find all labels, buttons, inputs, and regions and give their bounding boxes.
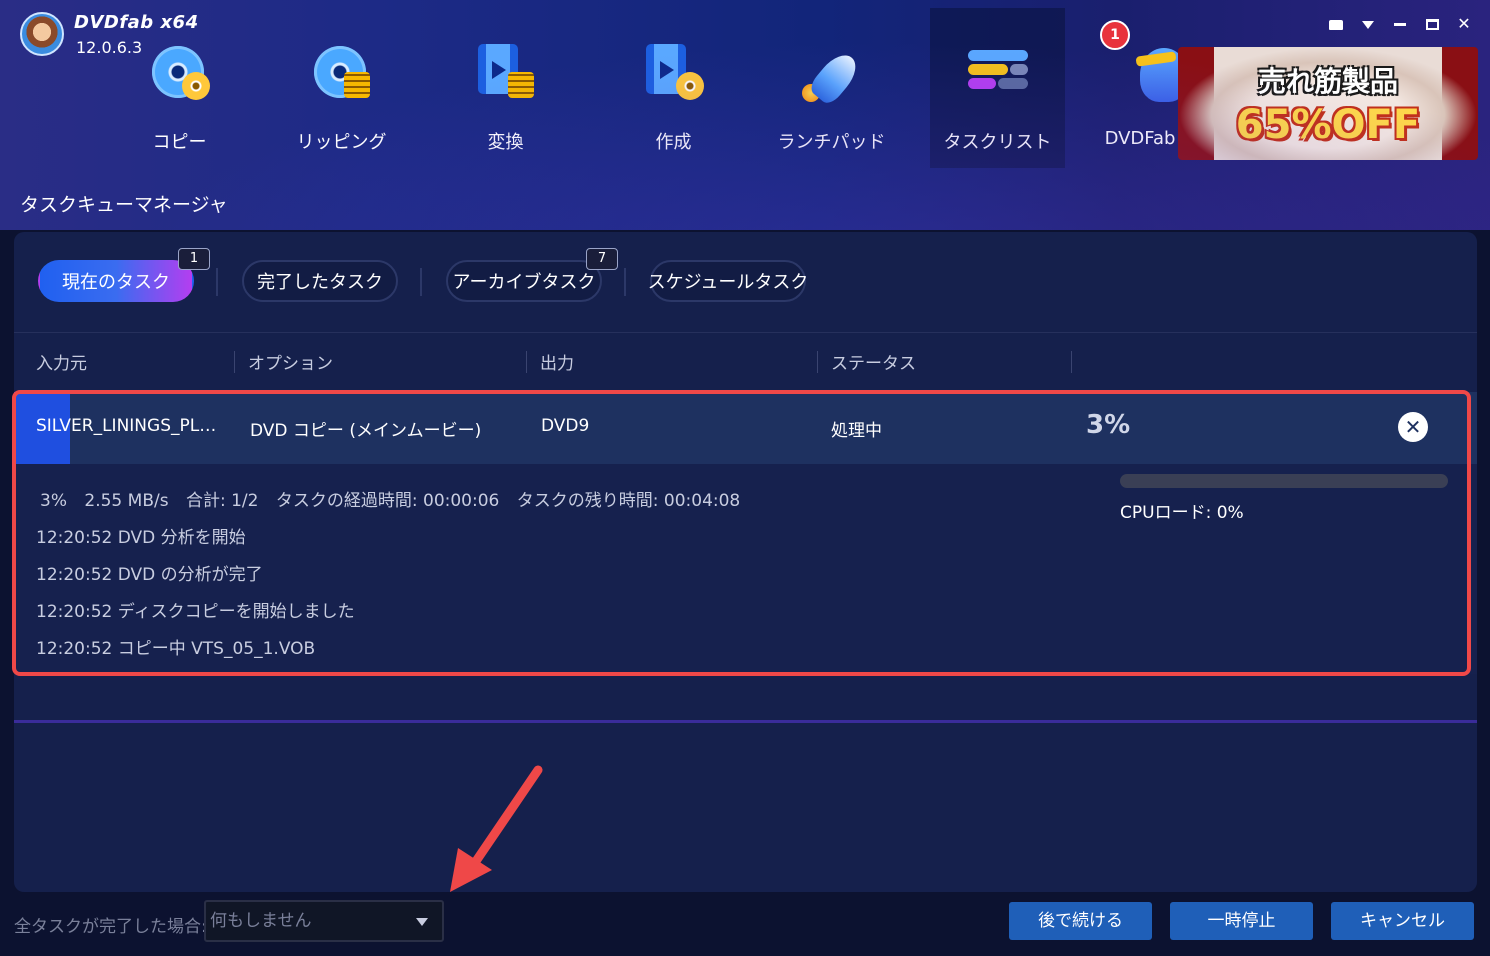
- nav-label: 作成: [655, 132, 692, 153]
- nav-item-launchpad[interactable]: ランチパッド: [764, 8, 899, 168]
- nav-label: ランチパッド: [777, 132, 886, 153]
- shirt-icon: [1329, 19, 1343, 30]
- nav-item-convert[interactable]: 変換: [438, 8, 573, 168]
- header: DVDfab x64 12.0.6.3 コピー リッピング 変換 作成 ランチパ…: [0, 0, 1490, 230]
- log-line: 12:20:52 DVD の分析が完了: [36, 565, 263, 585]
- tab-count-badge: 7: [586, 248, 618, 270]
- nav-label: DVDFab: [1104, 128, 1176, 149]
- window-controls: ✕: [1324, 12, 1476, 36]
- nav-label: 変換: [487, 132, 524, 153]
- column-header-row: 入力元 オプション 出力 ステータス: [14, 332, 1477, 390]
- stats-remaining: タスクの残り時間: 00:04:08: [516, 491, 741, 511]
- task-queue-panel: 現在のタスク 1 完了したタスク アーカイブタスク 7 スケジュールタスク 入力…: [14, 232, 1477, 892]
- log-line: 12:20:52 ディスクコピーを開始しました: [36, 602, 355, 622]
- log-line: 12:20:52 DVD 分析を開始: [36, 528, 246, 548]
- promo-banner[interactable]: 売れ筋製品 65%OFF: [1178, 47, 1478, 160]
- cancel-button[interactable]: キャンセル: [1331, 902, 1474, 940]
- on-complete-select[interactable]: 何もしません: [204, 900, 444, 942]
- column-header-source: 入力元: [36, 354, 87, 374]
- minimize-icon: [1394, 23, 1406, 26]
- maximize-button[interactable]: [1420, 12, 1444, 36]
- column-divider: [234, 351, 235, 373]
- disc-ripping-icon: [310, 42, 374, 106]
- column-divider: [1071, 351, 1072, 373]
- page-title: タスクキューマネージャ: [20, 194, 228, 216]
- skin-button[interactable]: [1324, 12, 1348, 36]
- nav-label: リッピング: [296, 132, 387, 153]
- resume-later-button[interactable]: 後で続ける: [1009, 902, 1152, 940]
- tab-label: 現在のタスク: [62, 272, 170, 293]
- tab-divider: [420, 268, 422, 296]
- nav-item-create[interactable]: 作成: [606, 8, 741, 168]
- column-header-output: 出力: [540, 354, 574, 374]
- menu-button[interactable]: [1356, 12, 1380, 36]
- stats-total: 合計: 1/2: [185, 491, 259, 511]
- nav-label: タスクリスト: [943, 132, 1052, 153]
- stats-speed: 2.55 MB/s: [84, 491, 169, 511]
- pause-button[interactable]: 一時停止: [1170, 902, 1313, 940]
- nav-item-ripping[interactable]: リッピング: [274, 8, 409, 168]
- task-status: 処理中: [831, 421, 882, 441]
- tab-label: スケジュールタスク: [647, 272, 809, 293]
- stats-elapsed: タスクの経過時間: 00:00:06: [275, 491, 500, 511]
- tab-divider: [624, 268, 626, 296]
- on-complete-value: 何もしません: [210, 911, 312, 931]
- divider: [14, 720, 1477, 723]
- tab-archived-tasks[interactable]: アーカイブタスク 7: [446, 248, 618, 302]
- film-convert-icon: [474, 42, 538, 106]
- bottom-bar: 全タスクが完了した場合: 何もしません 後で続ける 一時停止 キャンセル: [0, 892, 1490, 956]
- log-line: 12:20:52 コピー中 VTS_05_1.VOB: [36, 639, 316, 659]
- tab-label: 完了したタスク: [257, 272, 383, 293]
- nav-item-copy[interactable]: コピー: [112, 8, 247, 168]
- film-create-icon: [642, 42, 706, 106]
- nav-label: コピー: [152, 132, 207, 153]
- promo-discount: 65%OFF: [1235, 101, 1421, 148]
- task-output: DVD9: [541, 416, 590, 436]
- tab-bar: 現在のタスク 1 完了したタスク アーカイブタスク 7 スケジュールタスク: [14, 232, 1477, 332]
- column-header-option: オプション: [248, 354, 333, 374]
- column-divider: [526, 351, 527, 373]
- promo-title: 売れ筋製品: [1257, 64, 1398, 98]
- remove-task-button[interactable]: ✕: [1398, 412, 1428, 442]
- minimize-button[interactable]: [1388, 12, 1412, 36]
- maximize-icon: [1425, 19, 1439, 30]
- disc-copy-icon: [148, 42, 212, 106]
- tab-count-badge: 1: [178, 248, 210, 270]
- column-header-status: ステータス: [831, 354, 916, 374]
- task-details: 3% 2.55 MB/s 合計: 1/2 タスクの経過時間: 00:00:06 …: [14, 464, 1477, 674]
- notification-badge[interactable]: 1: [1100, 20, 1130, 50]
- close-icon: ✕: [1404, 415, 1422, 439]
- tab-completed-tasks[interactable]: 完了したタスク: [242, 260, 398, 302]
- task-source: SILVER_LININGS_PL…: [36, 416, 217, 436]
- cpu-load-bar: [1120, 474, 1448, 488]
- stats-percent: 3%: [40, 491, 67, 511]
- app-logo-icon: [20, 12, 64, 56]
- on-complete-label: 全タスクが完了した場合:: [14, 917, 207, 937]
- rocket-icon: [800, 42, 864, 108]
- cpu-load-label: CPUロード: 0%: [1120, 503, 1244, 523]
- app-window: DVDfab x64 12.0.6.3 コピー リッピング 変換 作成 ランチパ…: [0, 0, 1490, 956]
- tab-current-tasks[interactable]: 現在のタスク 1: [38, 248, 210, 302]
- task-percent: 3%: [1086, 410, 1131, 440]
- nav-item-task-list[interactable]: タスクリスト: [930, 8, 1065, 168]
- close-icon: ✕: [1457, 14, 1471, 33]
- task-list-icon: [966, 42, 1030, 106]
- tab-divider: [216, 268, 218, 296]
- chevron-down-icon: [416, 918, 428, 926]
- task-option: DVD コピー (メインムービー): [250, 421, 482, 441]
- column-divider: [817, 351, 818, 373]
- task-stats: 3% 2.55 MB/s 合計: 1/2 タスクの経過時間: 00:00:06 …: [40, 486, 752, 511]
- menu-caret-icon: [1362, 20, 1374, 29]
- table-row[interactable]: SILVER_LININGS_PL… DVD コピー (メインムービー) DVD…: [14, 392, 1477, 464]
- tab-label: アーカイブタスク: [452, 272, 596, 293]
- close-window-button[interactable]: ✕: [1452, 12, 1476, 36]
- tab-scheduled-tasks[interactable]: スケジュールタスク: [647, 260, 809, 302]
